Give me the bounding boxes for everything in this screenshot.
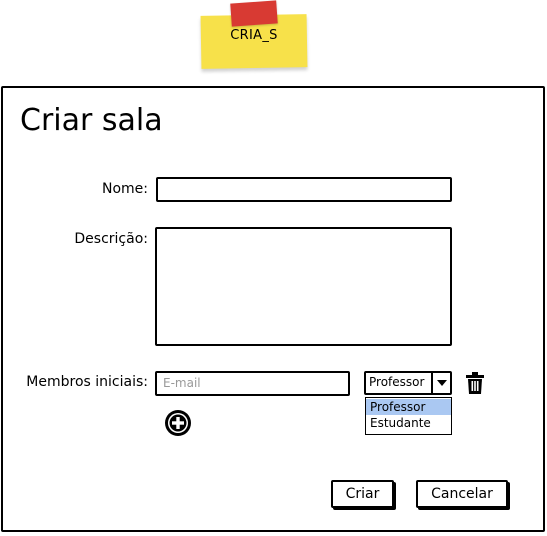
role-select-value: Professor: [369, 375, 425, 389]
dialog-title: Criar sala: [20, 103, 163, 138]
description-textarea[interactable]: [155, 227, 452, 346]
initial-members-label: Membros iniciais:: [26, 374, 148, 390]
create-button[interactable]: Criar: [331, 480, 394, 508]
cancel-button[interactable]: Cancelar: [416, 480, 508, 508]
email-input[interactable]: E-mail: [155, 371, 350, 396]
role-option-estudante[interactable]: Estudante: [366, 415, 451, 431]
chevron-down-icon[interactable]: [437, 380, 447, 386]
role-option-professor[interactable]: Professor: [366, 399, 451, 415]
role-select-divider: [431, 373, 433, 393]
role-dropdown-list: Professor Estudante: [365, 397, 452, 435]
description-label: Descrição:: [74, 231, 148, 247]
sticky-note-tape: [230, 0, 278, 27]
plus-circle-icon[interactable]: [163, 408, 193, 438]
name-label: Nome:: [101, 181, 148, 197]
sticky-note-label: CRIA_S: [230, 28, 278, 43]
name-input[interactable]: [156, 177, 452, 202]
trash-icon[interactable]: [466, 372, 484, 394]
